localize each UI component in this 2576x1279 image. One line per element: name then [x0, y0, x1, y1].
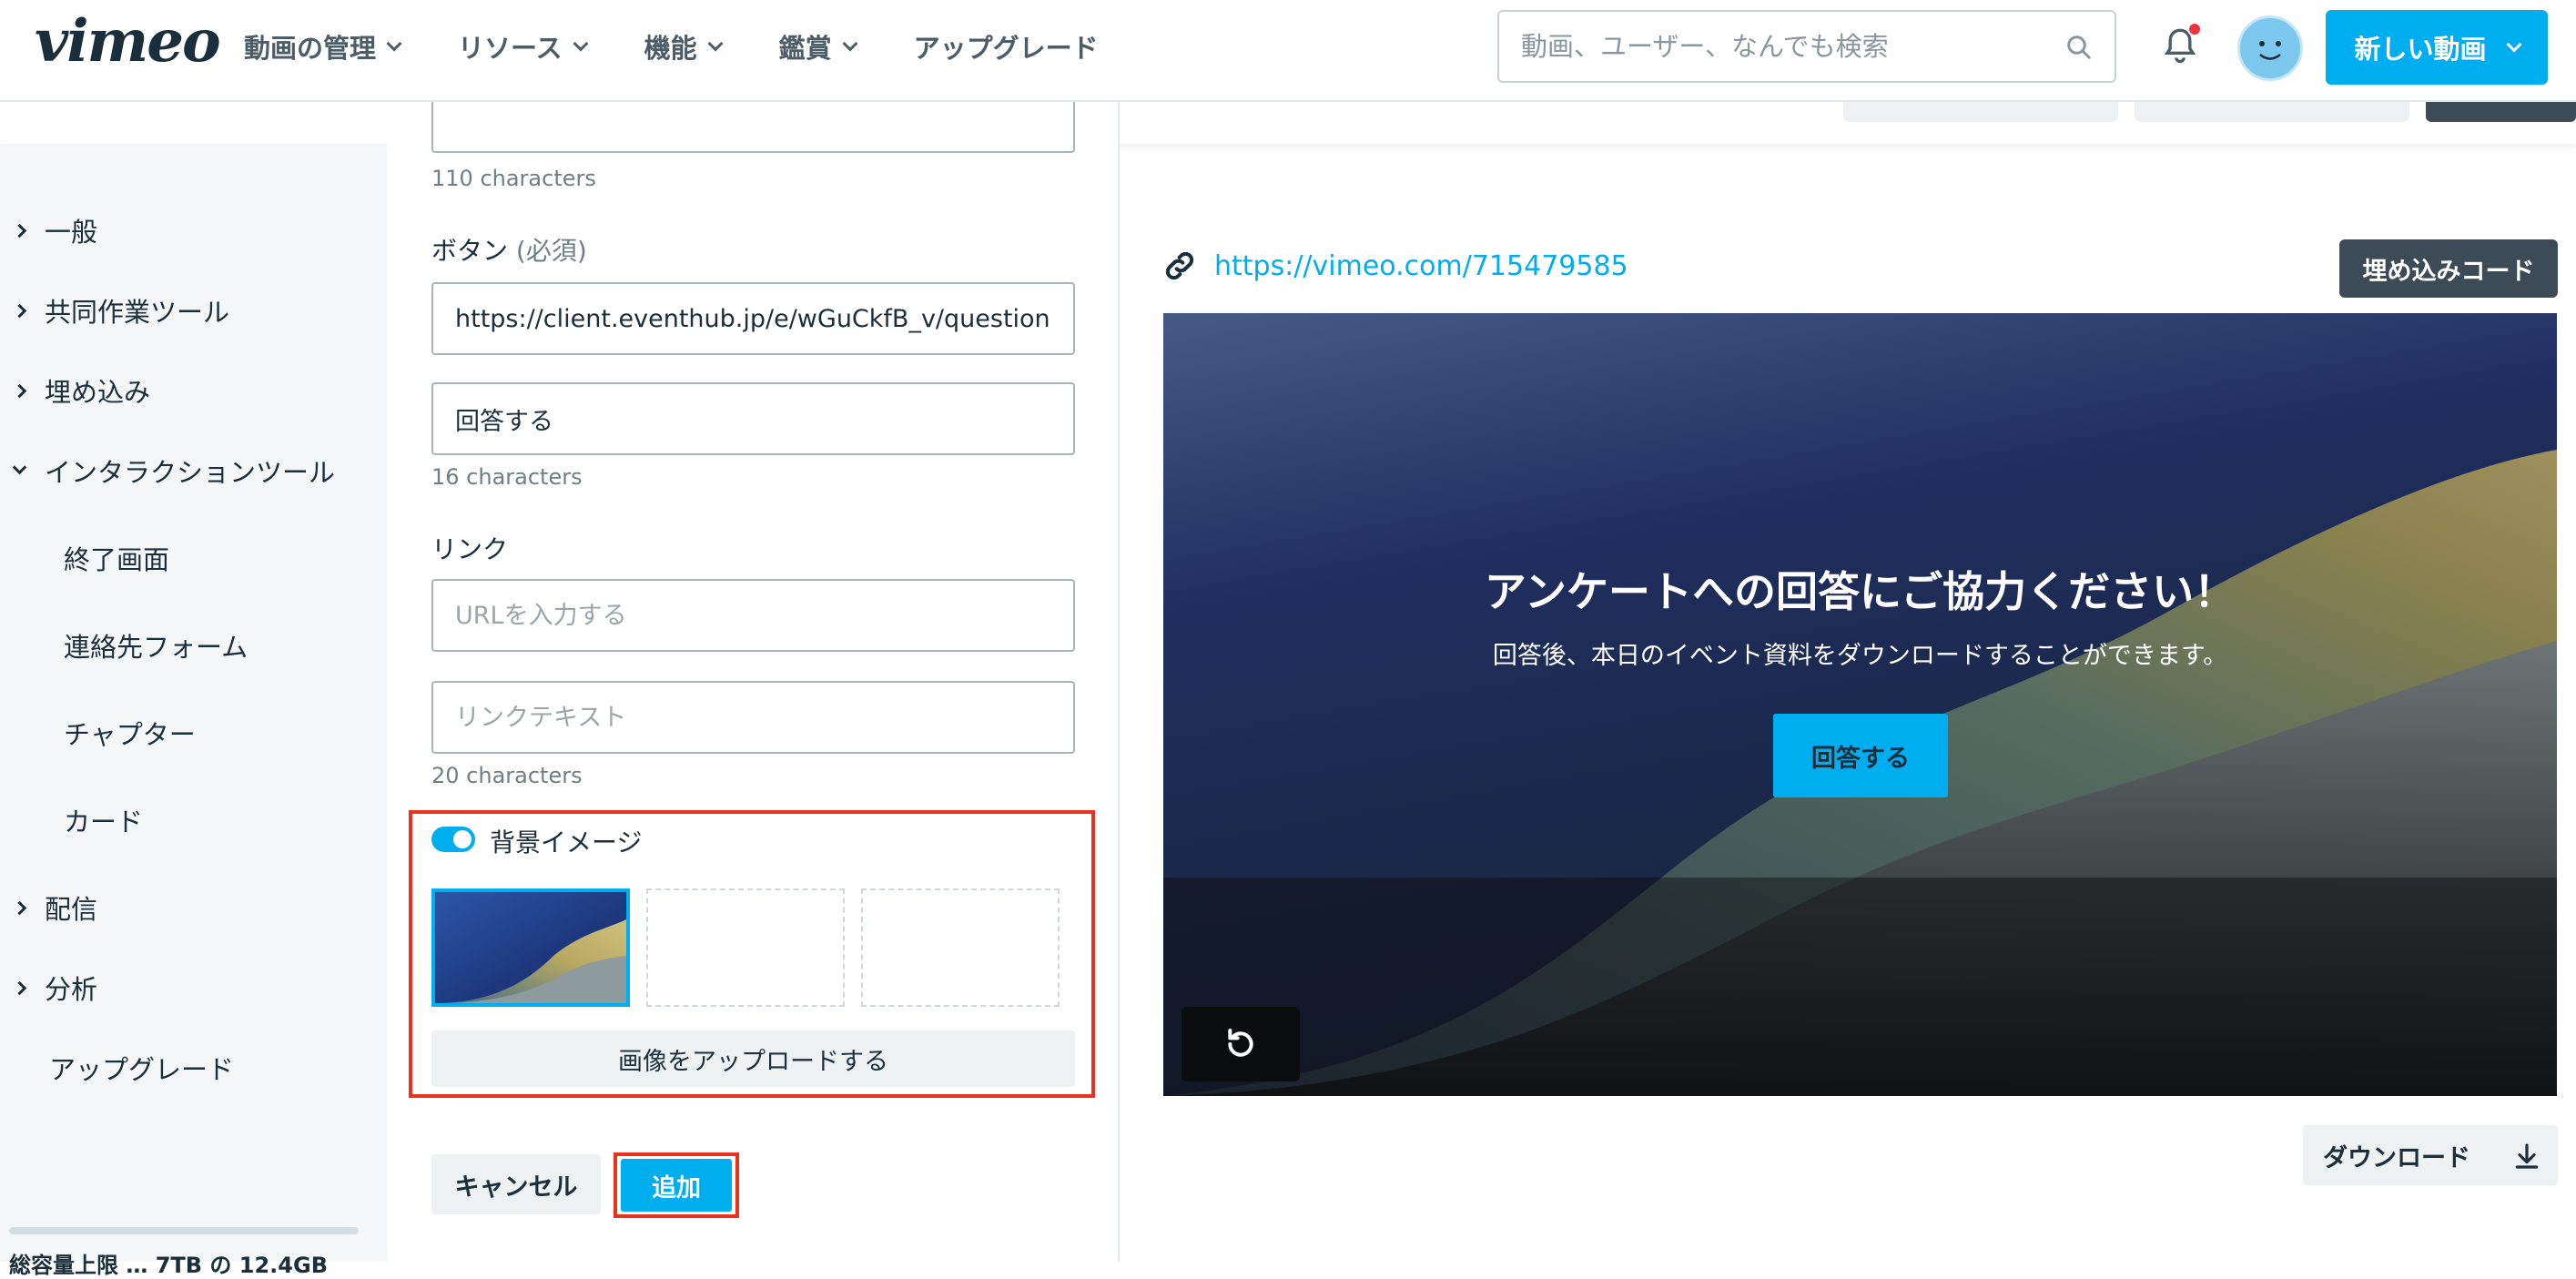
nav-label: 動画の管理	[244, 33, 377, 64]
sidebar-item-label: 共同作業ツール	[45, 297, 230, 328]
embed-code-button[interactable]: 埋め込みコード	[2339, 239, 2558, 298]
new-video-label: 新しい動画	[2354, 34, 2487, 65]
end-screen-cta-button[interactable]: 回答する	[1773, 714, 1948, 797]
chevron-right-icon	[12, 223, 27, 238]
description-textarea[interactable]	[431, 102, 1075, 153]
description-char-count: 110 characters	[431, 166, 596, 191]
nav-label: 機能	[644, 33, 697, 64]
button-text-char-count: 16 characters	[431, 464, 583, 490]
chevron-right-icon	[12, 980, 27, 995]
download-label: ダウンロード	[2323, 1143, 2470, 1172]
new-video-button[interactable]: 新しい動画	[2326, 10, 2548, 85]
search-icon[interactable]	[2065, 34, 2093, 61]
chevron-down-icon	[842, 36, 858, 52]
vimeo-logo[interactable]: vimeo	[35, 7, 221, 76]
upload-image-button[interactable]: 画像をアップロードする	[431, 1030, 1075, 1087]
link-field-label: リンク	[431, 534, 509, 564]
search-input[interactable]	[1521, 31, 2067, 62]
background-thumbnail-empty[interactable]	[861, 888, 1060, 1007]
sidebar-item-label: インタラクションツール	[45, 457, 336, 488]
sidebar-item-label: 配信	[45, 894, 98, 925]
add-button[interactable]: 追加	[621, 1159, 732, 1212]
sidebar-item-contact-form[interactable]: 連絡先フォーム	[64, 626, 248, 665]
sidebar-item-label: 一般	[45, 217, 98, 248]
background-thumbnail-image	[435, 892, 626, 1003]
chevron-down-icon	[386, 36, 402, 52]
link-url-field[interactable]	[431, 579, 1075, 652]
toolbar-button-hidden[interactable]	[2135, 102, 2409, 122]
sidebar-item-collaboration[interactable]: 共同作業ツール	[12, 291, 230, 330]
button-text-input[interactable]	[455, 404, 1051, 433]
background-image-toggle[interactable]	[431, 827, 475, 852]
link-text-input[interactable]	[455, 703, 1051, 732]
link-url-input[interactable]	[455, 601, 1051, 630]
link-text-field[interactable]	[431, 681, 1075, 754]
video-url-link[interactable]: https://vimeo.com/715479585	[1214, 250, 1628, 282]
sidebar-item-label: 分析	[45, 974, 98, 1005]
search-box[interactable]	[1497, 10, 2116, 83]
nav-watch[interactable]: 鑑賞	[778, 27, 858, 66]
nav-features[interactable]: 機能	[644, 27, 724, 66]
nav-label: アップグレード	[913, 33, 1099, 64]
button-url-input[interactable]	[455, 304, 1051, 333]
sidebar-item-end-screen[interactable]: 終了画面	[64, 539, 169, 577]
link-icon	[1165, 251, 1194, 280]
nav-manage-videos[interactable]: 動画の管理	[244, 27, 402, 66]
replay-button[interactable]	[1182, 1007, 1300, 1081]
download-icon	[2515, 1143, 2539, 1169]
storage-usage-bar	[9, 1227, 359, 1234]
background-thumbnail-empty[interactable]	[646, 888, 845, 1007]
background-thumbnail-selected[interactable]	[431, 888, 630, 1007]
nav-resources[interactable]: リソース	[458, 27, 589, 66]
sidebar-item-embed[interactable]: 埋め込み	[12, 371, 151, 410]
nav-label: 鑑賞	[778, 33, 832, 64]
storage-usage-text: 総容量上限 … 7TB の 12.4GB	[9, 1253, 328, 1278]
sidebar-item-cards[interactable]: カード	[64, 801, 143, 839]
chevron-down-icon	[12, 460, 27, 474]
toolbar-button-hidden[interactable]	[2426, 102, 2576, 122]
video-player-preview[interactable]: アンケートへの回答にご協力ください！ 回答後、本日のイベント資料をダウンロードす…	[1163, 313, 2557, 1096]
chevron-right-icon	[12, 383, 27, 398]
sidebar-item-chapters[interactable]: チャプター	[64, 714, 196, 752]
link-text-char-count: 20 characters	[431, 763, 583, 788]
video-link: https://vimeo.com/715479585	[1161, 248, 1628, 284]
chevron-right-icon	[12, 900, 27, 915]
end-screen-title: アンケートへの回答にご協力ください！	[1484, 567, 2236, 616]
chevron-down-icon	[707, 36, 724, 52]
replay-icon	[1228, 1029, 1253, 1057]
nav-upgrade[interactable]: アップグレード	[914, 27, 1099, 66]
required-marker: (必須)	[515, 236, 587, 266]
chevron-right-icon	[12, 303, 27, 318]
top-navigation-bar: vimeo 動画の管理 リソース 機能 鑑賞 アップグレード 新しい動画	[0, 0, 2576, 102]
button-url-field[interactable]	[431, 282, 1075, 355]
sidebar-item-analytics[interactable]: 分析	[12, 969, 98, 1007]
toolbar-button-hidden[interactable]	[1843, 102, 2118, 122]
button-text-field[interactable]	[431, 382, 1075, 455]
avatar-face-icon	[2259, 41, 2281, 60]
sidebar-item-distribution[interactable]: 配信	[12, 888, 98, 927]
sidebar-item-label: 埋め込み	[45, 377, 151, 408]
button-field-label: ボタン (必須)	[431, 231, 587, 268]
notification-badge	[2187, 22, 2202, 36]
avatar[interactable]	[2237, 15, 2303, 81]
background-image-label: 背景イメージ	[490, 827, 643, 858]
sidebar-item-upgrade[interactable]: アップグレード	[49, 1049, 234, 1087]
chevron-down-icon	[573, 36, 589, 52]
end-screen-subtitle: 回答後、本日のイベント資料をダウンロードすることができます。	[1492, 642, 2228, 670]
cancel-button[interactable]: キャンセル	[431, 1154, 601, 1214]
sidebar-item-interaction-tools[interactable]: インタラクションツール	[12, 452, 336, 490]
nav-label: リソース	[458, 33, 563, 64]
download-button[interactable]: ダウンロード	[2303, 1125, 2558, 1185]
main-nav: 動画の管理 リソース 機能 鑑賞 アップグレード	[244, 27, 1157, 66]
chevron-down-icon	[2506, 36, 2521, 53]
sidebar-item-general[interactable]: 一般	[12, 211, 98, 249]
end-screen-background-image	[1163, 313, 2557, 1096]
button-label-text: ボタン	[431, 236, 509, 266]
